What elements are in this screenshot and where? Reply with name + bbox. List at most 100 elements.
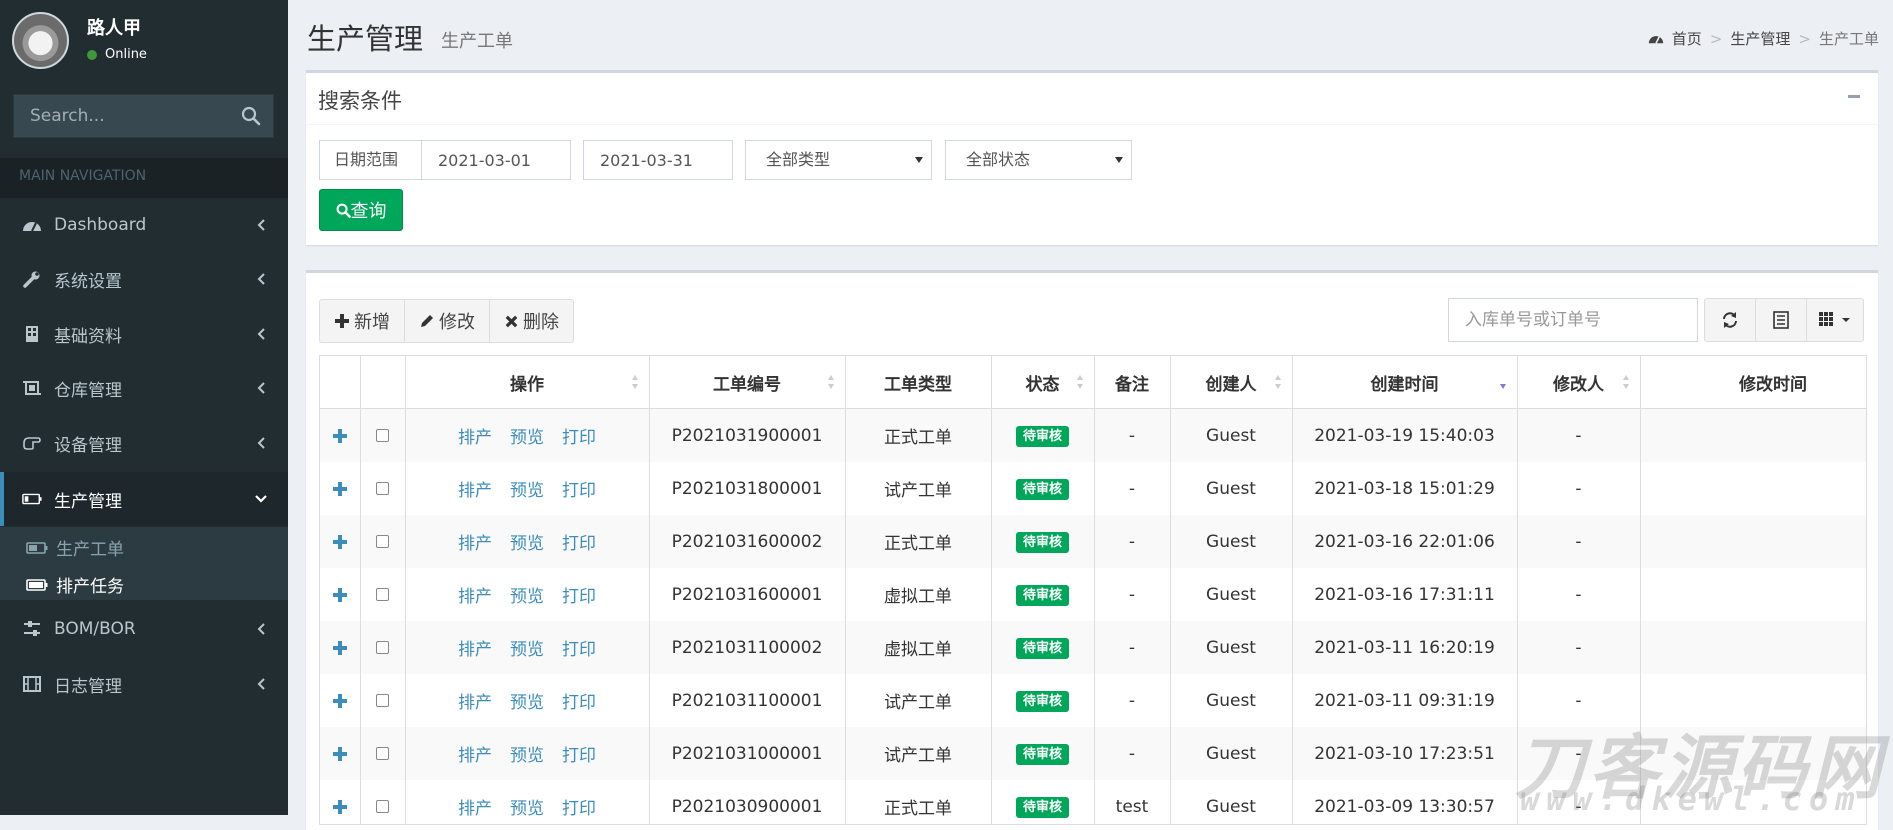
plus-icon	[335, 314, 349, 328]
date-from-field[interactable]	[421, 140, 571, 180]
sidebar-item-bom[interactable]: BOM/BOR	[0, 602, 288, 656]
print-link[interactable]: 打印	[562, 587, 596, 607]
column-header-actions[interactable]: 操作	[405, 356, 650, 409]
breadcrumb-production[interactable]: 生产管理	[1730, 28, 1790, 49]
sidebar-item-equipment[interactable]: 设备管理	[0, 416, 288, 470]
expand-cell[interactable]	[320, 408, 361, 462]
column-header-order-no[interactable]: 工单编号	[649, 356, 846, 409]
table-row[interactable]: 排产 预览 打印 P2021031000001 试产工单 待审核 - Guest 2021-03…	[320, 727, 1866, 780]
date-to-input[interactable]	[600, 141, 732, 179]
submenu-item-scheduling[interactable]: 排产任务	[26, 572, 124, 597]
box-divider	[306, 124, 1878, 125]
table-row[interactable]: 排产 预览 打印 P2021031100002 虚拟工单 待审核 - Guest 2021-03…	[320, 621, 1866, 674]
preview-link[interactable]: 预览	[510, 534, 544, 554]
columns-button[interactable]	[1806, 298, 1864, 342]
checkbox-cell[interactable]	[360, 674, 406, 727]
row-checkbox[interactable]	[376, 747, 389, 760]
preview-link[interactable]: 预览	[510, 640, 544, 660]
table-row[interactable]: 排产 预览 打印 P2021030900001 正式工单 待审核 test Guest 2021…	[320, 780, 1866, 824]
print-link[interactable]: 打印	[562, 693, 596, 713]
search-icon[interactable]	[241, 106, 263, 128]
date-from-input[interactable]	[438, 141, 570, 179]
print-link[interactable]: 打印	[562, 746, 596, 766]
date-to-field[interactable]	[583, 140, 733, 180]
minus-icon[interactable]	[1848, 95, 1860, 98]
preview-link[interactable]: 预览	[510, 693, 544, 713]
table-search-input[interactable]	[1449, 299, 1697, 341]
sidebar-search-input[interactable]	[14, 95, 234, 137]
sidebar-item-logs[interactable]: 日志管理	[0, 657, 288, 711]
submenu-item-work-order[interactable]: 生产工单	[26, 535, 124, 560]
schedule-link[interactable]: 排产	[458, 587, 492, 607]
sidebar-item-settings[interactable]: 系统设置	[0, 252, 288, 306]
print-link[interactable]: 打印	[562, 481, 596, 501]
expand-cell[interactable]	[320, 515, 361, 568]
checkbox-cell[interactable]	[360, 621, 406, 674]
row-checkbox[interactable]	[376, 800, 389, 813]
query-button[interactable]: 查询	[319, 189, 403, 231]
table-search[interactable]	[1448, 298, 1698, 342]
column-header-creator[interactable]: 创建人	[1170, 356, 1293, 409]
sidebar-item-basic-data[interactable]: 基础资料	[0, 307, 288, 361]
expand-cell[interactable]	[320, 727, 361, 780]
expand-cell[interactable]	[320, 621, 361, 674]
print-link[interactable]: 打印	[562, 640, 596, 660]
sidebar-item-production[interactable]: 生产管理	[0, 472, 288, 526]
column-header-order-type[interactable]: 工单类型	[845, 356, 992, 409]
order-type-cell: 试产工单	[845, 462, 992, 515]
checkbox-cell[interactable]	[360, 515, 406, 568]
preview-link[interactable]: 预览	[510, 428, 544, 448]
expand-cell[interactable]	[320, 568, 361, 621]
delete-button[interactable]: 删除	[489, 299, 574, 343]
sidebar-item-warehouse[interactable]: 仓库管理	[0, 361, 288, 415]
preview-link[interactable]: 预览	[510, 587, 544, 607]
print-link[interactable]: 打印	[562, 534, 596, 554]
checkbox-cell[interactable]	[360, 408, 406, 462]
row-checkbox[interactable]	[376, 482, 389, 495]
expand-cell[interactable]	[320, 462, 361, 515]
sidebar-item-dashboard[interactable]: Dashboard	[0, 198, 288, 252]
print-link[interactable]: 打印	[562, 428, 596, 448]
preview-link[interactable]: 预览	[510, 746, 544, 766]
status-select[interactable]: 全部状态	[945, 140, 1132, 180]
column-header-created-time[interactable]: 创建时间	[1292, 356, 1518, 409]
row-checkbox[interactable]	[376, 429, 389, 442]
schedule-link[interactable]: 排产	[458, 693, 492, 713]
table-row[interactable]: 排产 预览 打印 P2021031900001 正式工单 待审核 - Guest 2021-03…	[320, 408, 1866, 462]
preview-link[interactable]: 预览	[510, 799, 544, 819]
expand-cell[interactable]	[320, 674, 361, 727]
type-select[interactable]: 全部类型	[745, 140, 932, 180]
checkbox-cell[interactable]	[360, 780, 406, 824]
expand-cell[interactable]	[320, 780, 361, 824]
checkbox-cell[interactable]	[360, 462, 406, 515]
column-header-modified-time[interactable]: 修改时间	[1640, 356, 1866, 409]
refresh-button[interactable]	[1704, 298, 1756, 342]
column-header-note[interactable]: 备注	[1094, 356, 1171, 409]
breadcrumb-home[interactable]: 首页	[1672, 28, 1702, 49]
checkbox-cell[interactable]	[360, 568, 406, 621]
table-row[interactable]: 排产 预览 打印 P2021031100001 试产工单 待审核 - Guest 2021-03…	[320, 674, 1866, 727]
row-checkbox[interactable]	[376, 641, 389, 654]
preview-link[interactable]: 预览	[510, 481, 544, 501]
schedule-link[interactable]: 排产	[458, 481, 492, 501]
print-link[interactable]: 打印	[562, 799, 596, 819]
schedule-link[interactable]: 排产	[458, 428, 492, 448]
add-button[interactable]: 新增	[319, 299, 405, 343]
toggle-view-button[interactable]	[1755, 298, 1807, 342]
row-checkbox[interactable]	[376, 588, 389, 601]
table-row[interactable]: 排产 预览 打印 P2021031800001 试产工单 待审核 - Guest 2021-03…	[320, 462, 1866, 515]
column-header-modifier[interactable]: 修改人	[1517, 356, 1641, 409]
row-checkbox[interactable]	[376, 535, 389, 548]
schedule-link[interactable]: 排产	[458, 640, 492, 660]
created-time-cell: 2021-03-18 15:01:29	[1292, 462, 1518, 515]
row-checkbox[interactable]	[376, 694, 389, 707]
table-row[interactable]: 排产 预览 打印 P2021031600001 虚拟工单 待审核 - Guest 2021-03…	[320, 568, 1866, 621]
checkbox-cell[interactable]	[360, 727, 406, 780]
table-row[interactable]: 排产 预览 打印 P2021031600002 正式工单 待审核 - Guest 2021-03…	[320, 515, 1866, 568]
schedule-link[interactable]: 排产	[458, 799, 492, 819]
column-header-status[interactable]: 状态	[991, 356, 1095, 409]
sort-desc-icon	[1499, 384, 1506, 389]
schedule-link[interactable]: 排产	[458, 746, 492, 766]
schedule-link[interactable]: 排产	[458, 534, 492, 554]
edit-button[interactable]: 修改	[404, 299, 490, 343]
